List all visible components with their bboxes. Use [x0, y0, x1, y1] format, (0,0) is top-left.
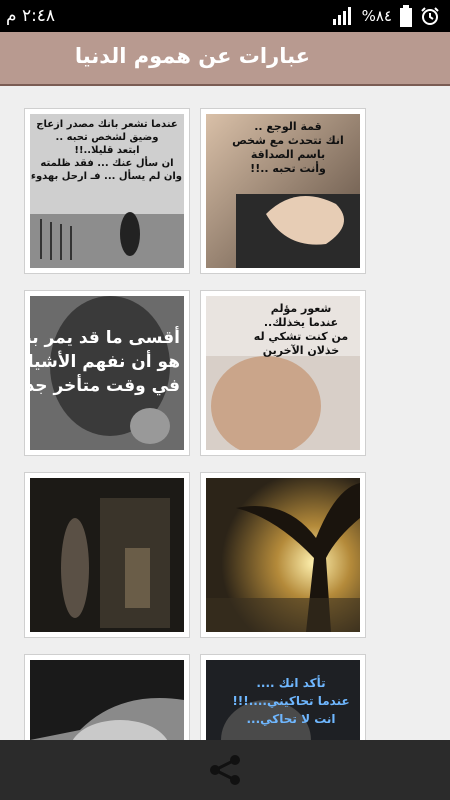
battery-percent: %٨٤	[361, 7, 392, 25]
image-grid: قمة الوجع .. انك تتحدث مع شخص باسم الصدا…	[0, 86, 450, 740]
image-7: تأكد انك .... عندما تحاكيني....!!! انت ل…	[206, 660, 360, 740]
alarm-icon	[421, 7, 439, 25]
image-tile-1[interactable]: قمة الوجع .. انك تتحدث مع شخص باسم الصدا…	[200, 108, 366, 274]
app-bar: عبارات عن هموم الدنيا	[0, 32, 450, 86]
tile-3-text: شعور مؤلم عندما يخذلك.. من كنت تشكي له خ…	[253, 302, 349, 357]
tile-7-text: تأكد انك .... عندما تحاكيني....!!! انت ل…	[232, 676, 350, 726]
image-6	[30, 478, 184, 632]
image-5	[206, 478, 360, 632]
image-8	[30, 660, 184, 740]
bottom-bar	[0, 740, 450, 800]
tile-2-text: عندما تشعر بانك مصدر ازعاج وضيق لشخص تحب…	[30, 119, 182, 182]
status-time: ٢:٤٨ م	[6, 6, 56, 26]
image-4: أقسى ما قد يمر بنا هو أن نفهم الأشياء في…	[30, 296, 184, 450]
image-tile-4[interactable]: أقسى ما قد يمر بنا هو أن نفهم الأشياء في…	[24, 290, 190, 456]
image-2: عندما تشعر بانك مصدر ازعاج وضيق لشخص تحب…	[30, 114, 184, 268]
tile-4-text: أقسى ما قد يمر بنا هو أن نفهم الأشياء في…	[30, 328, 180, 396]
image-tile-3[interactable]: شعور مؤلم عندما يخذلك.. من كنت تشكي له خ…	[200, 290, 366, 456]
image-tile-8[interactable]	[24, 654, 190, 740]
image-tile-2[interactable]: عندما تشعر بانك مصدر ازعاج وضيق لشخص تحب…	[24, 108, 190, 274]
image-tile-6[interactable]	[24, 472, 190, 638]
share-icon[interactable]	[205, 750, 245, 790]
image-tile-7[interactable]: تأكد انك .... عندما تحاكيني....!!! انت ل…	[200, 654, 366, 740]
signal-icon	[332, 7, 351, 25]
image-tile-5[interactable]	[200, 472, 366, 638]
status-bar: ٢:٤٨ م %٨٤	[0, 0, 450, 32]
page-title: عبارات عن هموم الدنيا	[74, 44, 310, 68]
battery-icon	[400, 5, 412, 27]
image-1: قمة الوجع .. انك تتحدث مع شخص باسم الصدا…	[206, 114, 360, 268]
tile-1-text: قمة الوجع .. انك تتحدث مع شخص باسم الصدا…	[232, 120, 344, 175]
image-3: شعور مؤلم عندما يخذلك.. من كنت تشكي له خ…	[206, 296, 360, 450]
